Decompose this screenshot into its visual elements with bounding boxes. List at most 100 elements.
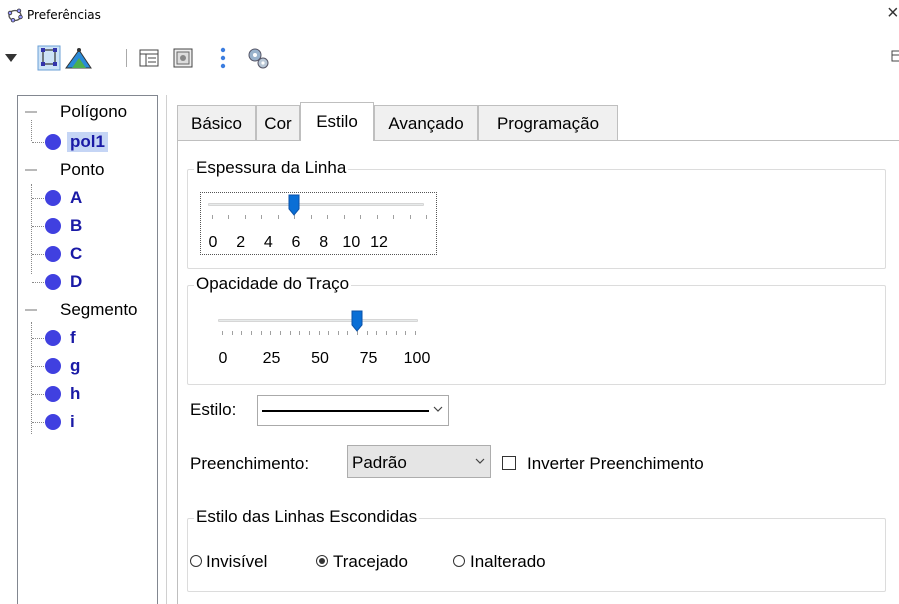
solid-line-preview [262,410,429,412]
slider-tick-label: 50 [311,350,329,367]
object-dot-icon [45,414,61,430]
slider-tick [360,215,362,219]
object-dot-icon [45,274,61,290]
slider-tick [376,215,378,219]
tree-category-label: Ponto [60,160,105,179]
fill-select-value: Padrão [352,453,407,472]
slider-tick [337,331,339,335]
tab-avancado[interactable]: Avançado [374,105,478,141]
slider-tick [318,331,320,335]
tree-item-f[interactable]: f [18,327,157,349]
object-tree: Polígono pol1 Ponto A B C D Segmento f g… [17,95,158,604]
radio-tracejado[interactable] [316,555,328,567]
slider-tick [393,215,395,219]
tree-item-label: f [70,328,76,347]
radio-invisivel-label: Invisível [206,552,268,571]
gear-icon[interactable] [245,43,271,73]
stroke-opacity-title: Opacidade do Traço [194,274,352,294]
slider-tick [270,331,272,335]
slider-tick [376,331,378,335]
dropdown-arrow-icon[interactable] [4,43,18,73]
slider-tick [386,331,388,335]
tree-item-label: C [70,244,83,263]
slider-tick [347,331,349,335]
toolbar [0,43,899,75]
slider-tick-label: 8 [319,234,329,251]
invert-fill-checkbox[interactable] [502,456,516,470]
slider-tick [328,331,330,335]
chevron-down-icon [433,404,443,416]
fill-select[interactable]: Padrão [347,445,491,478]
tree-category-segmento[interactable]: Segmento [18,299,157,321]
polygon-select-icon[interactable] [36,43,92,73]
slider-track[interactable] [208,203,424,206]
slider-tick [228,215,230,219]
more-dots-icon[interactable] [218,43,228,73]
slider-tick [343,215,345,219]
tree-item-D[interactable]: D [18,271,157,293]
close-icon[interactable]: × [887,3,899,23]
line-style-select[interactable] [257,395,449,426]
radio-inalterado[interactable] [453,555,465,567]
stroke-opacity-slider[interactable]: 0 25 50 75 100 [218,308,430,368]
title-bar: Preferências × [0,0,899,31]
tree-item-label: D [70,272,83,291]
slider-tick-label: 10 [342,234,361,251]
tab-basico[interactable]: Básico [177,105,256,141]
slider-thumb[interactable] [351,310,363,332]
slider-tick [409,215,411,219]
object-dot-icon [45,218,61,234]
tree-item-A[interactable]: A [18,187,157,209]
tree-category-ponto[interactable]: Ponto [18,159,157,181]
layout-icon[interactable] [138,43,160,73]
tab-cor[interactable]: Cor [256,105,300,141]
tab-estilo[interactable]: Estilo [300,102,374,141]
slider-tick-label: 2 [236,234,246,251]
object-dot-icon [45,190,61,206]
dock-icon[interactable] [891,49,899,65]
slider-tick [395,331,397,335]
tree-item-label: h [70,384,81,403]
tree-item-C[interactable]: C [18,243,157,265]
slider-tick [279,331,281,335]
tree-item-g[interactable]: g [18,355,157,377]
panel-splitter[interactable] [166,95,167,604]
line-thickness-slider[interactable]: 0 2 4 6 8 10 12 [208,192,427,252]
tree-item-pol1[interactable]: pol1 [18,131,157,153]
radio-tracejado-label: Tracejado [333,552,408,571]
radio-invisivel[interactable] [190,555,202,567]
object-dot-icon [45,134,61,150]
slider-tick-label: 75 [359,350,378,367]
slider-tick [405,331,407,335]
slider-tick [260,331,262,335]
tree-category-poligono[interactable]: Polígono [18,101,157,123]
line-style-label: Estilo: [190,400,237,419]
chevron-down-icon [475,456,485,468]
slider-tick [244,215,246,219]
slider-tick [231,331,233,335]
slider-thumb[interactable] [288,194,300,216]
tree-item-i[interactable]: i [18,411,157,433]
tree-item-h[interactable]: h [18,383,157,405]
slider-tick [277,215,279,219]
tree-item-B[interactable]: B [18,215,157,237]
collapse-icon[interactable] [25,309,37,311]
tree-item-label: g [70,356,81,375]
collapse-icon[interactable] [25,111,37,113]
geogebra-app-icon [7,8,23,23]
slider-track[interactable] [218,319,418,322]
slider-tick-label: 12 [370,234,388,251]
tree-item-label: i [70,412,75,431]
slider-tick [222,331,223,335]
tab-programacao[interactable]: Programação [478,105,618,141]
slider-tick-label: 25 [262,350,281,367]
object-dot-icon [45,330,61,346]
tree-item-label: pol1 [67,132,108,152]
graphics-icon[interactable] [172,43,194,73]
slider-tick [327,215,329,219]
collapse-icon[interactable] [25,169,37,171]
object-dot-icon [45,246,61,262]
slider-tick [261,215,263,219]
slider-tick-label: 4 [263,234,273,251]
slider-tick [415,331,416,335]
